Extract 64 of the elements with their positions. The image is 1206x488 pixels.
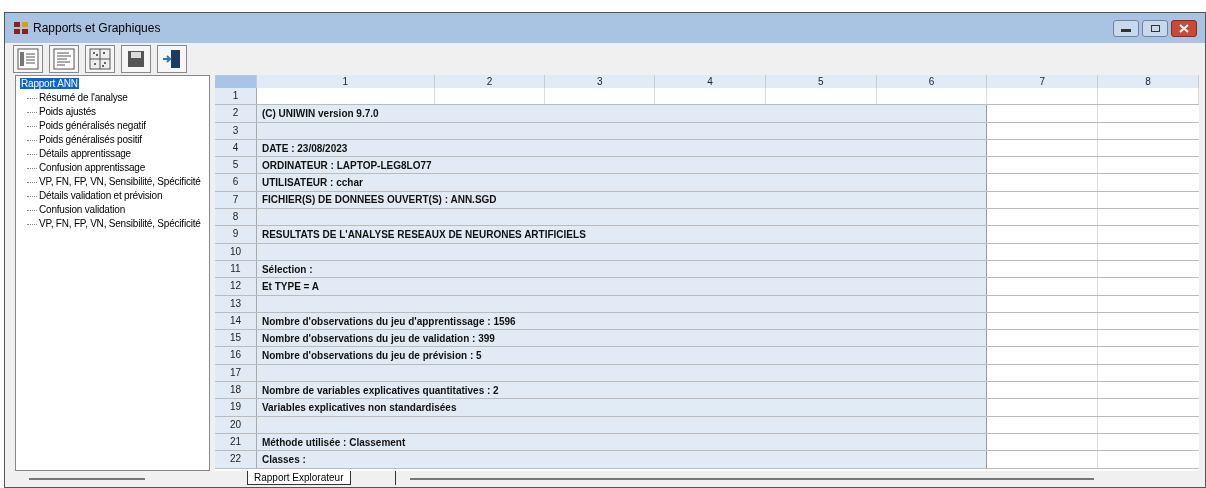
row-header[interactable]: 19 bbox=[215, 399, 257, 416]
column-header[interactable]: 6 bbox=[876, 75, 988, 88]
column-header[interactable]: 8 bbox=[1098, 75, 1199, 88]
cell-text: FICHIER(S) DE DONNEES OUVERT(S) : ANN.SGD bbox=[261, 193, 497, 208]
row-header[interactable]: 6 bbox=[215, 174, 257, 191]
tree-item[interactable]: Détails validation et prévision bbox=[39, 189, 163, 203]
cell-text: Nombre de variables explicatives quantitatives : 2 bbox=[261, 383, 499, 398]
row-header[interactable]: 18 bbox=[215, 382, 257, 399]
cell-text: (C) UNIWIN version 9.7.0 bbox=[261, 106, 379, 121]
exit-door-icon bbox=[161, 48, 183, 70]
window-title: Rapports et Graphiques bbox=[33, 20, 161, 37]
minimize-button[interactable] bbox=[1113, 19, 1139, 37]
scrollbar-thumb[interactable] bbox=[29, 478, 145, 480]
cell-text: DATE : 23/08/2023 bbox=[261, 141, 348, 156]
tree-item[interactable]: Détails apprentissage bbox=[39, 147, 131, 161]
app-icon bbox=[13, 20, 29, 36]
column-header[interactable]: 1 bbox=[256, 75, 435, 88]
cell-text: Classes : bbox=[261, 452, 306, 467]
document-icon bbox=[53, 48, 75, 70]
maximize-button[interactable] bbox=[1142, 19, 1168, 37]
tree-item[interactable]: Poids ajustés bbox=[39, 105, 96, 119]
column-header[interactable]: 3 bbox=[545, 75, 656, 88]
close-icon bbox=[1179, 23, 1189, 33]
cell-text: UTILISATEUR : cchar bbox=[261, 176, 363, 191]
grid-corner bbox=[215, 75, 257, 88]
scrollbar-thumb[interactable] bbox=[409, 478, 1094, 480]
row-header[interactable]: 2 bbox=[215, 105, 257, 122]
tree-item[interactable]: VP, FN, FP, VN, Sensibilité, Spécificité bbox=[39, 175, 201, 189]
row-header[interactable]: 22 bbox=[215, 451, 257, 468]
cell-text: RESULTATS DE L'ANALYSE RESEAUX DE NEURONES ARTIFICIELS bbox=[261, 228, 586, 242]
cell-text: Sélection : bbox=[261, 262, 313, 277]
column-header[interactable]: 5 bbox=[765, 75, 877, 88]
cell-text: Nombre d'observations du jeu d'apprentissage : 1596 bbox=[261, 314, 516, 329]
cell-text: Méthode utilisée : Classement bbox=[261, 435, 406, 450]
cell-text: Et TYPE = A bbox=[261, 279, 320, 294]
column-header[interactable]: 2 bbox=[434, 75, 546, 88]
list-icon bbox=[17, 48, 39, 70]
column-header[interactable]: 7 bbox=[987, 75, 1099, 88]
toolbar-button[interactable] bbox=[157, 45, 187, 73]
row-header[interactable]: 8 bbox=[215, 209, 257, 226]
cell-text: Nombre d'observations du jeu de prévision : 5 bbox=[261, 349, 482, 364]
cell-text: Variables explicatives non standardisées bbox=[261, 401, 457, 415]
tree-item[interactable]: Rapport ANN bbox=[20, 78, 79, 89]
row-header[interactable]: 9 bbox=[215, 226, 257, 243]
save-icon bbox=[125, 48, 147, 70]
grid-icon bbox=[89, 48, 111, 70]
tree-item[interactable]: VP, FN, FP, VN, Sensibilité, Spécificité bbox=[39, 217, 201, 231]
tree-item[interactable]: Poids généralisés negatif bbox=[39, 119, 146, 133]
row-header[interactable]: 1 bbox=[215, 88, 257, 105]
toolbar-button[interactable] bbox=[121, 45, 151, 73]
close-button[interactable] bbox=[1171, 19, 1197, 37]
tree-item[interactable]: Poids généralisés positif bbox=[39, 133, 142, 147]
row-header[interactable]: 12 bbox=[215, 278, 257, 295]
tree-item[interactable]: Confusion apprentissage bbox=[39, 161, 146, 175]
cell-text: Nombre d'observations du jeu de validation : 399 bbox=[261, 331, 495, 346]
row-header[interactable]: 15 bbox=[215, 330, 257, 347]
row-header[interactable]: 5 bbox=[215, 157, 257, 174]
toolbar-button[interactable] bbox=[85, 45, 115, 73]
tree-item[interactable]: Résumé de l'analyse bbox=[39, 91, 128, 105]
sheet-tab[interactable]: Rapport Explorateur bbox=[247, 471, 351, 485]
row-header[interactable]: 16 bbox=[215, 347, 257, 364]
column-header[interactable]: 4 bbox=[655, 75, 766, 88]
cell-text: ORDINATEUR : LAPTOP-LEG8LO77 bbox=[261, 158, 432, 173]
tree-item[interactable]: Confusion validation bbox=[39, 203, 126, 217]
